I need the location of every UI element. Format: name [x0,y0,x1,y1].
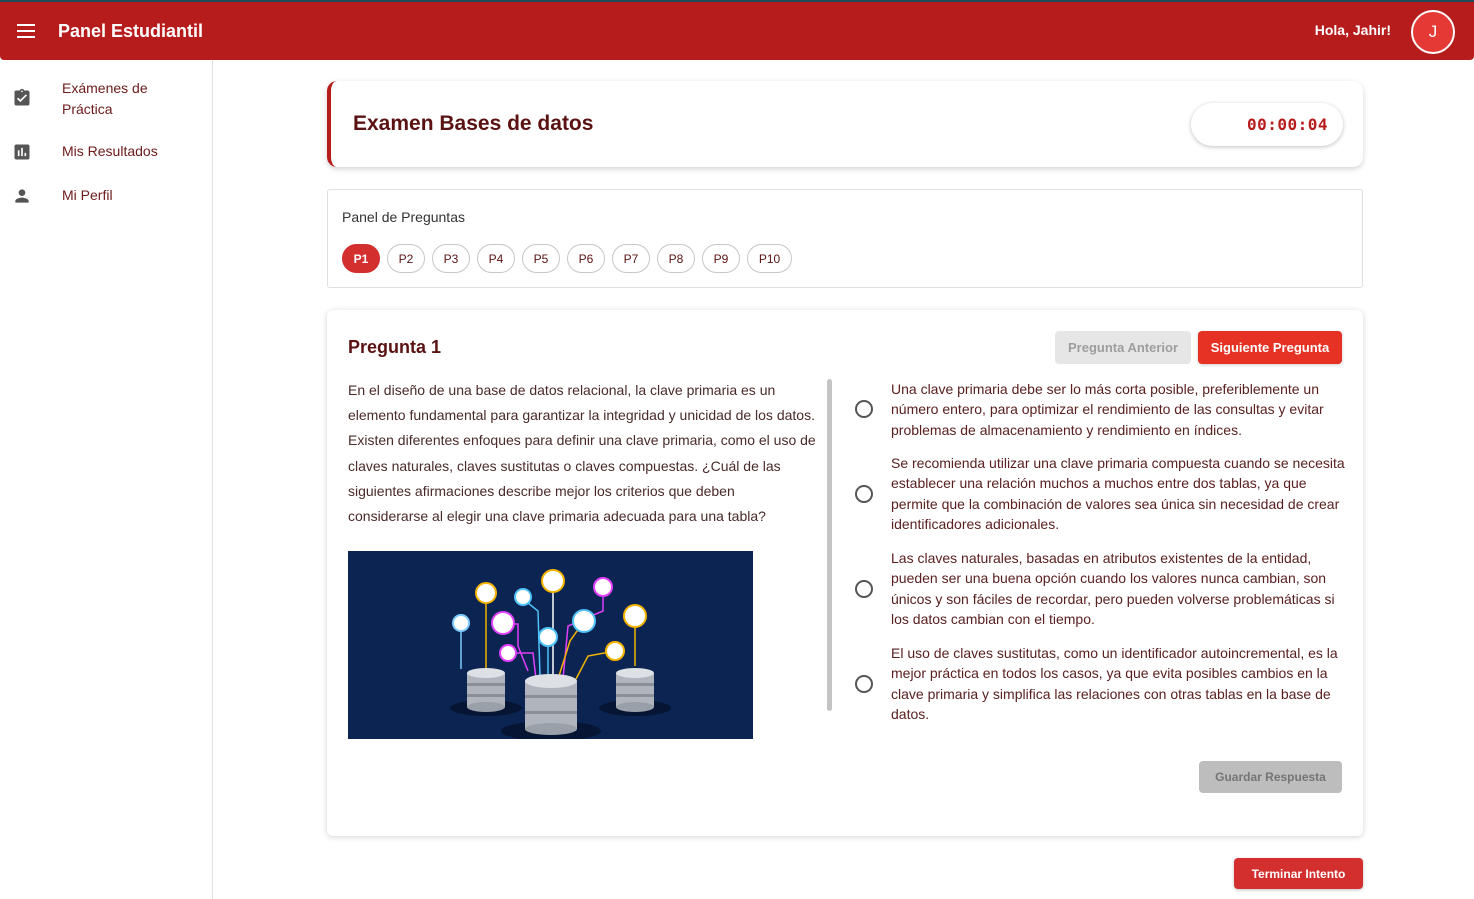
save-answer-button[interactable]: Guardar Respuesta [1199,761,1342,793]
question-image [348,551,753,739]
exam-header: Examen Bases de datos 00:00:04 [327,81,1363,167]
radio-button[interactable] [855,580,873,598]
answer-option-text: Las claves naturales, basadas en atribut… [891,550,1335,627]
answer-option-3[interactable]: Las claves naturales, basadas en atribut… [854,548,1344,630]
question-chip-p8[interactable]: P8 [657,244,695,273]
question-chip-p1[interactable]: P1 [342,244,380,273]
person-icon [15,189,29,203]
top-app-bar: Panel Estudiantil Hola, Jahir! J [0,0,1474,60]
answer-option-1[interactable]: Una clave primaria debe ser lo más corta… [854,379,1344,439]
bar-chart-icon [14,144,30,160]
sidebar-item-label: Mi Perfil [62,187,113,203]
radio-button[interactable] [855,675,873,693]
next-question-button[interactable]: Siguiente Pregunta [1198,331,1342,364]
question-card: Pregunta 1 Pregunta Anterior Siguiente P… [327,310,1363,836]
answer-option-2[interactable]: Se recomienda utilizar una clave primari… [854,453,1345,535]
radio-button[interactable] [855,400,873,418]
scroll-divider [827,379,832,711]
answer-option-text: El uso de claves sustitutas, como un ide… [891,645,1338,722]
question-chip-p9[interactable]: P9 [702,244,740,273]
sidebar: Exámenes de Práctica Mis Resultados Mi P… [0,60,213,899]
sidebar-item-practice-exams[interactable]: Exámenes de Práctica [0,76,212,124]
sidebar-item-my-results[interactable]: Mis Resultados [0,140,212,164]
end-attempt-button[interactable]: Terminar Intento [1234,858,1363,889]
database-network-illustration [348,551,753,739]
question-title: Pregunta 1 [348,337,442,357]
assignment-check-icon [14,88,30,106]
question-chip-p4[interactable]: P4 [477,244,515,273]
answer-option-text: Una clave primaria debe ser lo más corta… [891,381,1324,438]
answer-option-4[interactable]: El uso de claves sustitutas, como un ide… [854,643,1344,725]
question-chip-p3[interactable]: P3 [432,244,470,273]
question-chip-p2[interactable]: P2 [387,244,425,273]
menu-icon[interactable] [0,2,52,60]
answer-option-text: Se recomienda utilizar una clave primari… [891,455,1345,532]
question-chip-p7[interactable]: P7 [612,244,650,273]
exam-title: Examen Bases de datos [353,112,594,135]
avatar[interactable]: J [1411,10,1455,54]
sidebar-item-my-profile[interactable]: Mi Perfil [0,184,212,208]
sidebar-item-label: Mis Resultados [62,143,158,159]
sidebar-item-label: Exámenes de Práctica [62,80,148,117]
question-chip-list: P1 P2 P3 P4 P5 P6 P7 P8 P9 P10 [342,244,799,273]
question-panel-title: Panel de Preguntas [342,209,465,225]
app-title: Panel Estudiantil [58,20,204,41]
question-chip-p6[interactable]: P6 [567,244,605,273]
question-chip-p10[interactable]: P10 [747,244,792,273]
exam-timer: 00:00:04 [1191,103,1343,146]
radio-button[interactable] [855,485,873,503]
previous-question-button[interactable]: Pregunta Anterior [1055,331,1191,364]
question-text: En el diseño de una base de datos relaci… [348,382,816,525]
question-panel: Panel de Preguntas P1 P2 P3 P4 P5 P6 P7 … [327,189,1363,288]
user-greeting: Hola, Jahir! [1314,22,1391,38]
question-chip-p5[interactable]: P5 [522,244,560,273]
